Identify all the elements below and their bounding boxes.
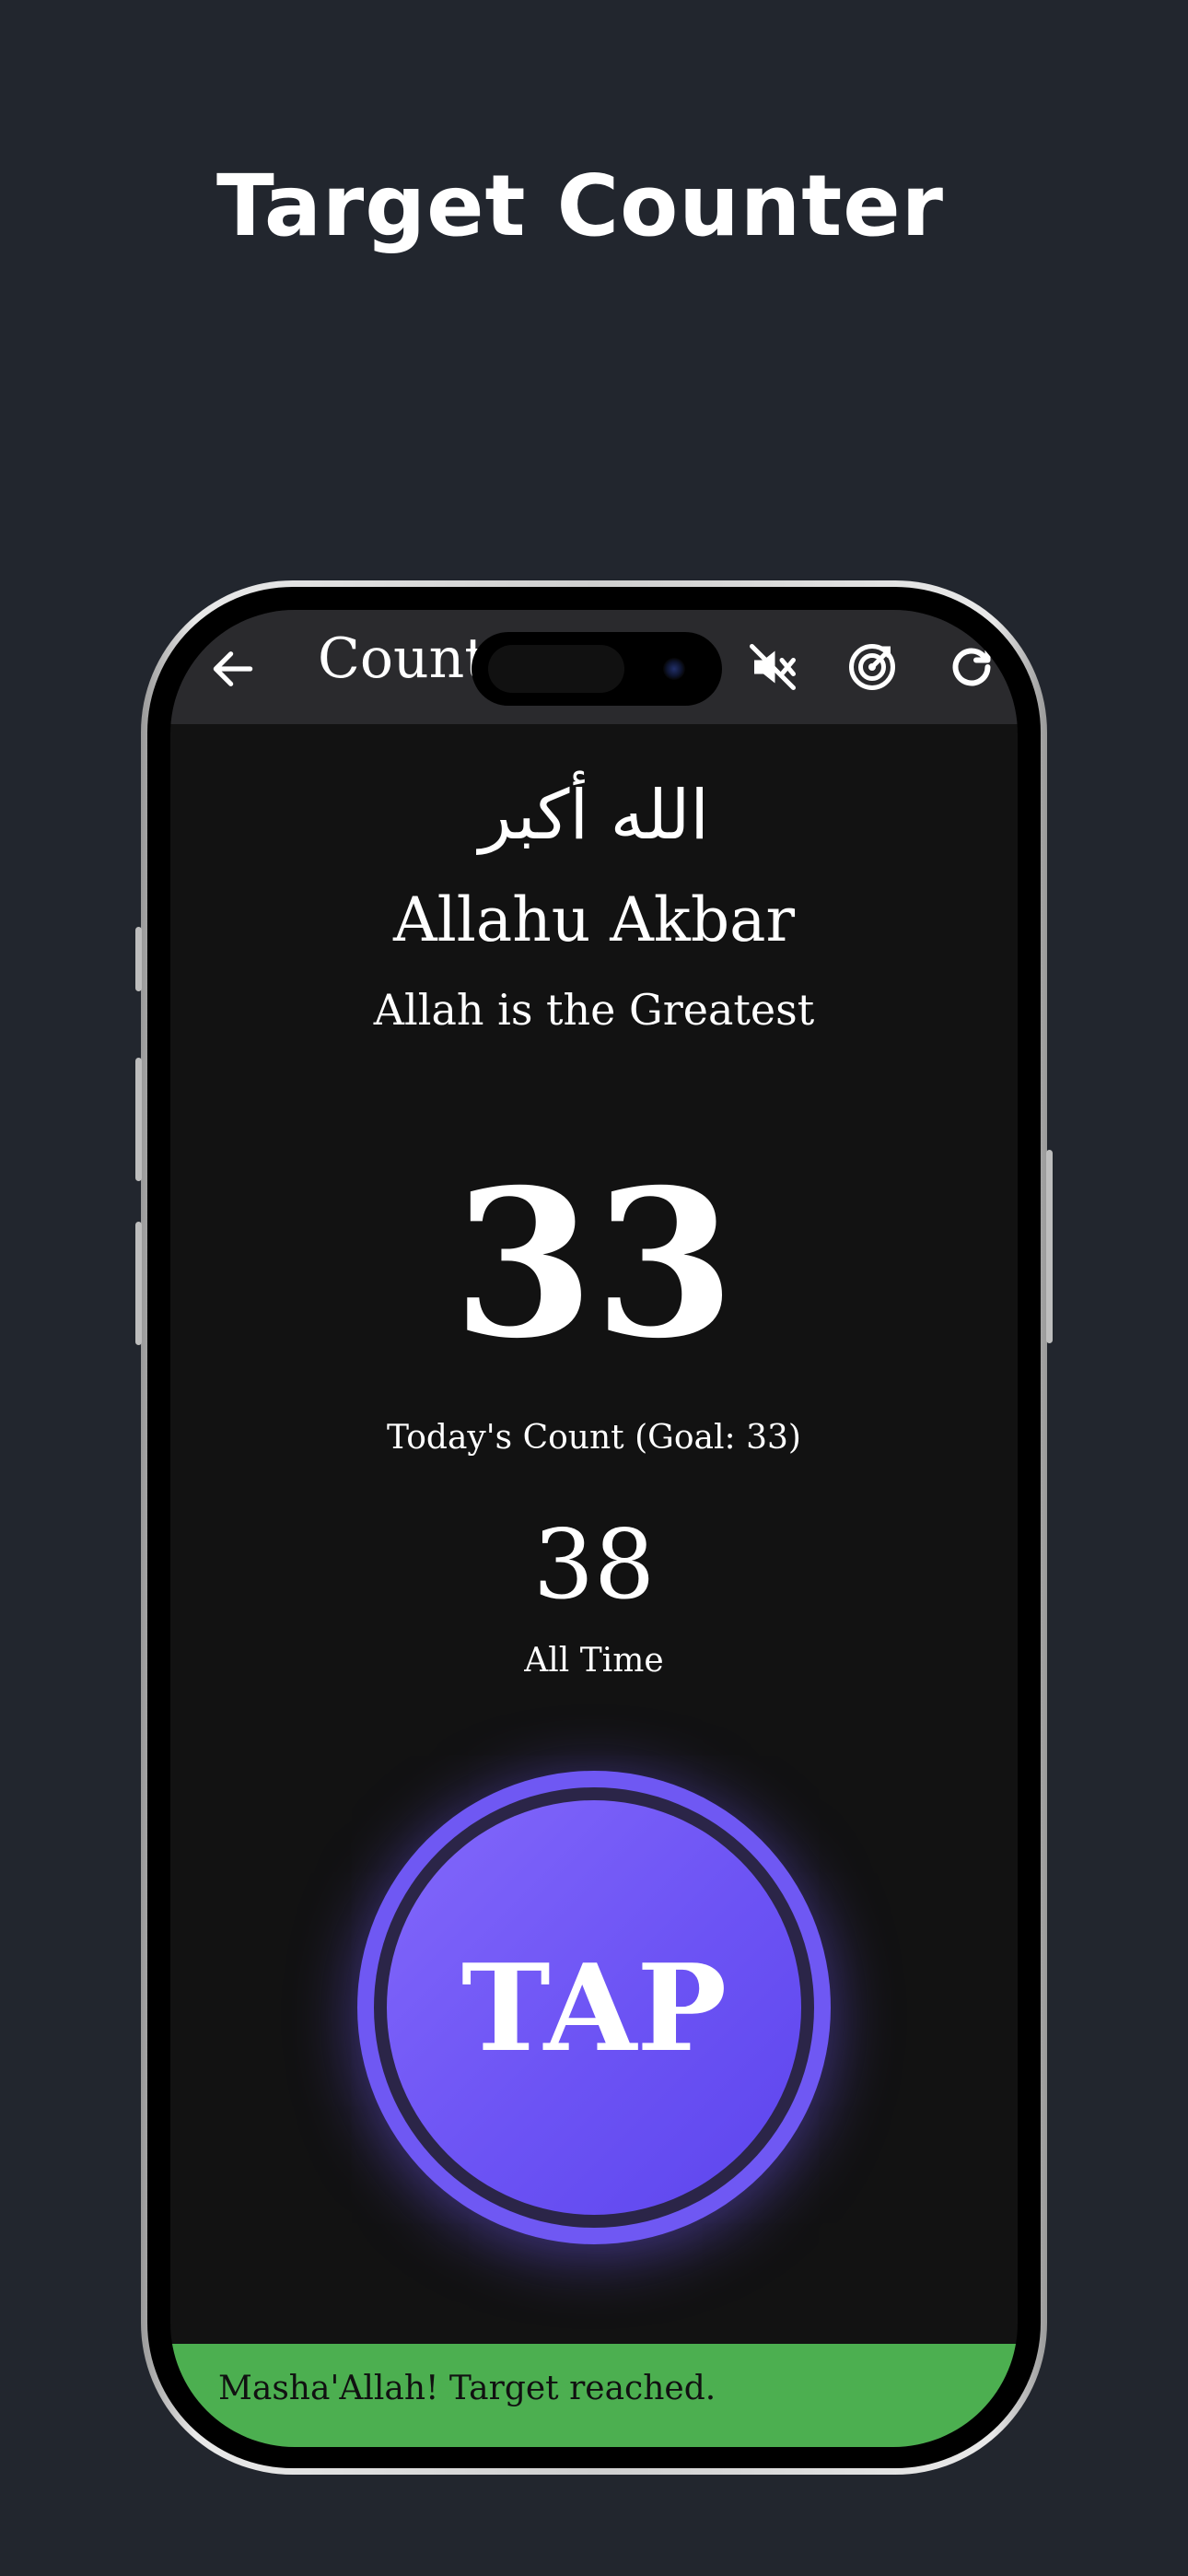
refresh-icon <box>952 646 991 686</box>
side-button-power <box>1046 1150 1053 1343</box>
today-count-value: 33 <box>452 1144 736 1383</box>
target-icon <box>849 644 895 690</box>
dynamic-island-sensor <box>488 645 624 693</box>
back-button[interactable] <box>207 643 259 695</box>
reset-button[interactable] <box>944 639 999 695</box>
app-screen: Counte الله أكبر Allahu Akbar Allah is t… <box>170 610 1018 2447</box>
dhikr-transliteration: Allahu Akbar <box>392 884 796 955</box>
front-camera <box>663 658 685 680</box>
dynamic-island <box>472 632 722 706</box>
side-button-volume-down <box>135 1222 142 1345</box>
side-button-action <box>135 927 142 991</box>
app-bar: Counte <box>170 610 1018 724</box>
page-headline: Target Counter <box>215 157 945 255</box>
dhikr-arabic: الله أكبر <box>479 776 709 855</box>
tap-button-ring: TAP <box>357 1771 831 2244</box>
today-count-label: Today's Count (Goal: 33) <box>387 1419 801 1457</box>
snackbar-message: Masha'Allah! Target reached. <box>218 2370 716 2407</box>
success-snackbar: Masha'Allah! Target reached. <box>170 2344 1018 2447</box>
dhikr-meaning: Allah is the Greatest <box>373 985 815 1035</box>
arrow-left-icon <box>213 651 253 686</box>
target-button[interactable] <box>844 639 900 695</box>
mute-button[interactable] <box>745 639 800 695</box>
all-time-count-label: All Time <box>524 1642 664 1680</box>
side-button-volume-up <box>135 1058 142 1181</box>
volume-mute-icon <box>750 644 796 690</box>
all-time-count-value: 38 <box>532 1508 656 1621</box>
tap-button[interactable]: TAP <box>387 1800 801 2215</box>
